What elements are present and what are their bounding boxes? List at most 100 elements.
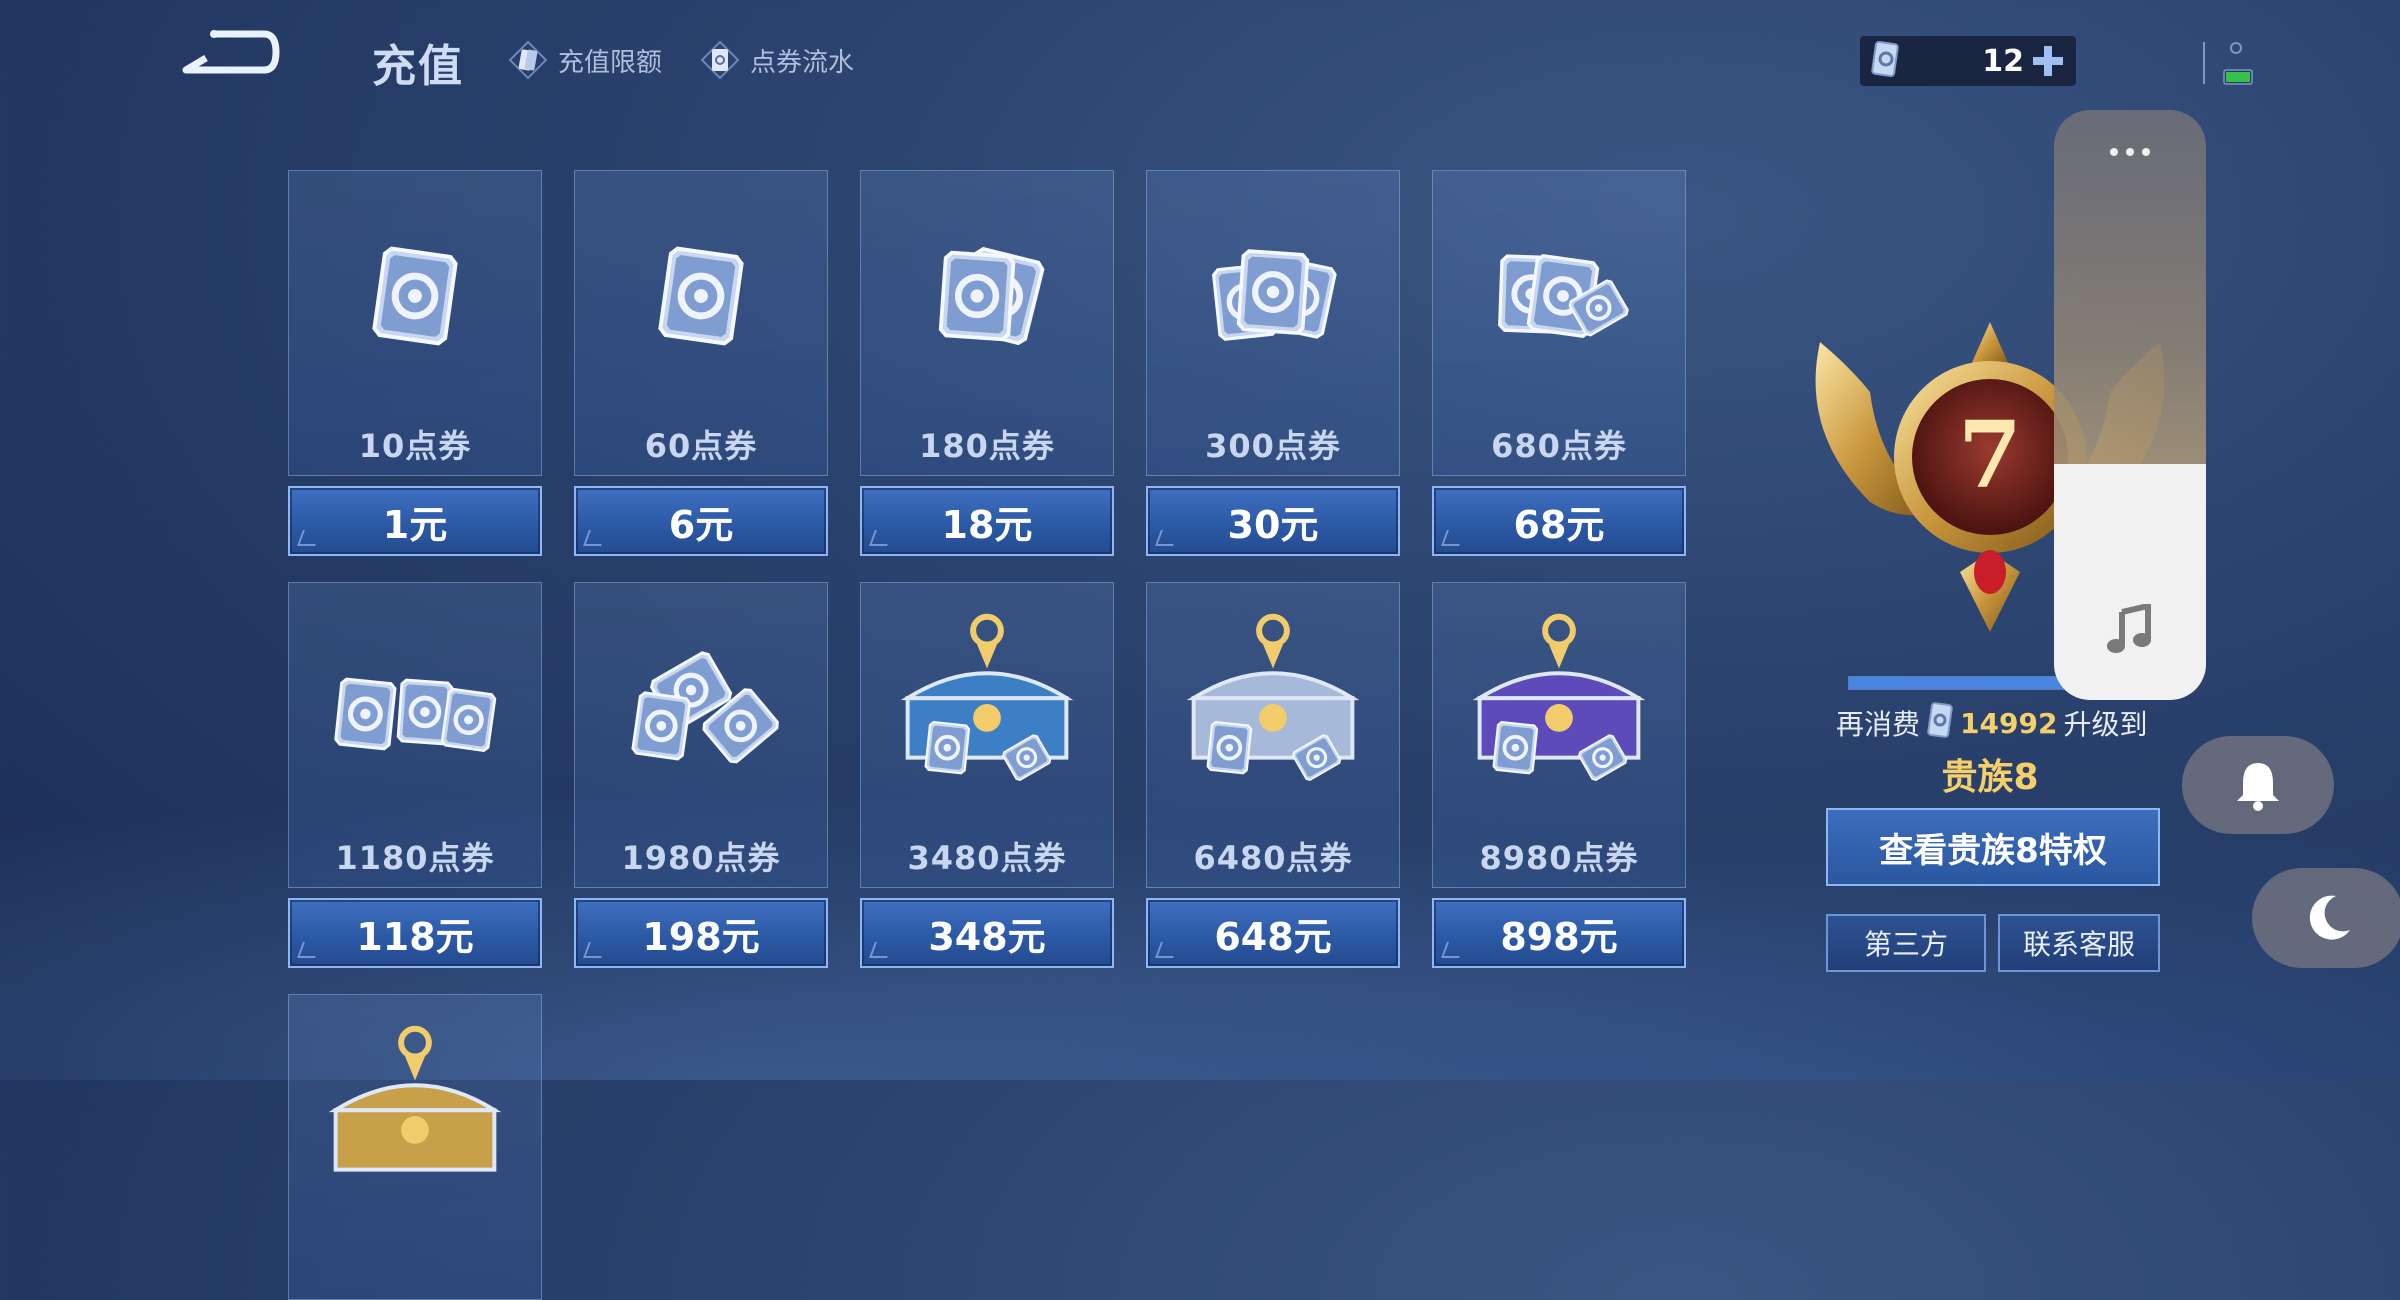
- consume-prefix: 再消费: [1836, 708, 1921, 741]
- more-options-button[interactable]: [2054, 132, 2206, 172]
- coupon-amount-label: 300点券: [1205, 427, 1341, 465]
- price-button[interactable]: 118元: [288, 898, 542, 968]
- purple-chest-icon: [1472, 613, 1646, 781]
- volume-fill: [2054, 464, 2206, 700]
- coupon-amount-label: 8980点券: [1479, 839, 1639, 877]
- card-stack-icon: [631, 651, 779, 764]
- single-card-icon: [658, 246, 744, 346]
- third-party-button[interactable]: 第三方: [1826, 914, 1986, 972]
- product-card-face[interactable]: 1180点券: [288, 582, 542, 888]
- more-dot-icon: [2126, 148, 2134, 156]
- price-button[interactable]: 198元: [574, 898, 828, 968]
- coupon-amount-label: 6480点券: [1193, 839, 1353, 877]
- product-art: [861, 603, 1113, 813]
- customer-service-button[interactable]: 联系客服: [1998, 914, 2160, 972]
- coupon-amount-label: 1980点券: [621, 839, 781, 877]
- back-button[interactable]: [180, 28, 280, 84]
- product-card[interactable]: 680点券 68元: [1432, 170, 1686, 556]
- price-button[interactable]: 648元: [1146, 898, 1400, 968]
- product-art: [1147, 603, 1399, 813]
- gold-chest-icon: [328, 1025, 502, 1172]
- coupon-flow-icon: [700, 40, 740, 80]
- price-button[interactable]: 6元: [574, 486, 828, 556]
- product-art: [289, 191, 541, 401]
- recharge-limit-link[interactable]: 充值限额: [508, 36, 662, 84]
- product-card[interactable]: 1980点券 198元: [574, 582, 828, 968]
- product-card[interactable]: 10点券 1元: [288, 170, 542, 556]
- limit-card-icon: [508, 40, 548, 80]
- single-card-icon: [372, 246, 458, 346]
- price-button[interactable]: 348元: [860, 898, 1114, 968]
- product-art: [575, 603, 827, 813]
- card-pile-icon: [334, 677, 497, 753]
- more-dot-icon: [2110, 148, 2118, 156]
- product-card-face[interactable]: 8980点券: [1432, 582, 1686, 888]
- product-card[interactable]: 3480点券 348元: [860, 582, 1114, 968]
- coupon-balance-amount: 12: [1982, 43, 2024, 79]
- product-art: [1433, 191, 1685, 401]
- bell-icon: [2237, 763, 2279, 811]
- coupon-amount-label: 680点券: [1491, 427, 1627, 465]
- consume-amount: 14992: [1960, 706, 2058, 740]
- price-button[interactable]: 30元: [1146, 486, 1400, 556]
- small-coupon-icon: [1926, 700, 1954, 747]
- product-card[interactable]: 6480点券 648元: [1146, 582, 1400, 968]
- product-art: [861, 191, 1113, 401]
- coupon-amount-label: 1180点券: [335, 839, 495, 877]
- moon-icon: [2309, 895, 2350, 940]
- next-noble-level: 贵族8: [1941, 757, 2039, 798]
- coupon-flow-link[interactable]: 点券流水: [700, 36, 854, 84]
- product-card-face[interactable]: 1980点券: [574, 582, 828, 888]
- coupon-amount-label: 10点券: [358, 427, 472, 465]
- silver-chest-icon: [1186, 613, 1360, 781]
- volume-slider[interactable]: [2054, 110, 2206, 700]
- product-card-face[interactable]: 3480点券: [860, 582, 1114, 888]
- product-art: [289, 1015, 541, 1225]
- price-button[interactable]: 68元: [1432, 486, 1686, 556]
- product-art: [575, 191, 827, 401]
- battery-indicator: [2200, 34, 2260, 86]
- product-card[interactable]: 180点券 18元: [860, 170, 1114, 556]
- two-cards-icon: [938, 246, 1045, 346]
- price-button[interactable]: 898元: [1432, 898, 1686, 968]
- product-card-face[interactable]: 60点券: [574, 170, 828, 476]
- upgrade-hint: 再消费 14992 升级到: [1836, 700, 2176, 746]
- product-art: [1147, 191, 1399, 401]
- three-cards-icon: [1212, 249, 1337, 341]
- product-art: [289, 603, 541, 813]
- coupon-balance: 12: [1860, 36, 2076, 86]
- back-arrow-icon: [182, 30, 280, 74]
- notification-button[interactable]: [2182, 736, 2334, 834]
- product-card-face[interactable]: 680点券: [1432, 170, 1686, 476]
- product-card-face[interactable]: [288, 994, 542, 1300]
- product-card-face[interactable]: 300点券: [1146, 170, 1400, 476]
- recharge-limit-label: 充值限额: [558, 47, 663, 78]
- more-dot-icon: [2142, 148, 2150, 156]
- coupon-amount-label: 60点券: [644, 427, 758, 465]
- price-button[interactable]: 18元: [860, 486, 1114, 556]
- product-art: [1433, 603, 1685, 813]
- product-card[interactable]: 300点券 30元: [1146, 170, 1400, 556]
- music-note-icon: [2054, 600, 2206, 660]
- noble-progress-fill: [1849, 677, 2067, 689]
- product-card-face[interactable]: 180点券: [860, 170, 1114, 476]
- coupon-flow-label: 点券流水: [750, 47, 855, 78]
- battery-icon: [2203, 42, 2253, 85]
- product-card-face[interactable]: 10点券: [288, 170, 542, 476]
- add-coupon-button[interactable]: [2028, 41, 2068, 81]
- night-mode-button[interactable]: [2252, 868, 2400, 968]
- noble-level-number: 7: [1958, 401, 2022, 509]
- view-noble-privileges-button[interactable]: 查看贵族8特权: [1826, 808, 2160, 886]
- coupon-icon: [1868, 39, 1902, 83]
- product-card-face[interactable]: 6480点券: [1146, 582, 1400, 888]
- product-card[interactable]: 60点券 6元: [574, 170, 828, 556]
- consume-suffix: 升级到: [2063, 708, 2148, 741]
- product-card[interactable]: 8980点券 898元: [1432, 582, 1686, 968]
- page-title: 充值: [372, 41, 464, 92]
- card-fan-icon: [1498, 253, 1629, 339]
- product-card[interactable]: 1180点券 118元: [288, 582, 542, 968]
- plus-icon: [2033, 46, 2063, 76]
- price-button[interactable]: 1元: [288, 486, 542, 556]
- product-card[interactable]: [288, 994, 542, 1300]
- coupon-amount-label: 3480点券: [907, 839, 1067, 877]
